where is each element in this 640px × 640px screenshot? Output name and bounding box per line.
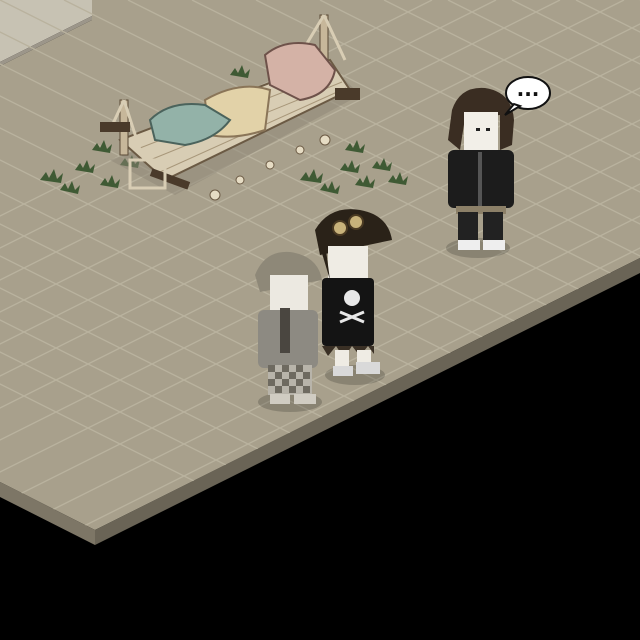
skull-shirt xyxy=(322,278,374,346)
leg-left xyxy=(335,350,349,368)
pants-right xyxy=(483,212,503,242)
skull-print-icon xyxy=(344,290,360,306)
avatar-eye xyxy=(476,128,480,131)
shoe-right xyxy=(294,394,316,404)
game-room-scene: ... xyxy=(0,0,640,640)
shoe-right xyxy=(356,362,380,374)
bed-beam xyxy=(100,122,130,132)
pants-left xyxy=(458,212,478,242)
avatar-face xyxy=(270,275,308,313)
avatar-face xyxy=(464,112,498,150)
shoe-right xyxy=(483,240,505,250)
avatar-eye xyxy=(486,128,490,131)
room-canvas: ... xyxy=(0,0,640,545)
avatar-face xyxy=(328,246,368,278)
goggle-lens xyxy=(348,214,364,230)
speech-bubble-text: ... xyxy=(517,77,540,101)
shoe-left xyxy=(333,366,353,376)
bed-beam-right xyxy=(335,88,360,100)
scarf xyxy=(280,308,290,353)
jacket-zip xyxy=(478,152,482,208)
goggle-lens xyxy=(332,220,348,236)
shoe-left xyxy=(270,394,290,404)
shoe-left xyxy=(458,240,480,250)
